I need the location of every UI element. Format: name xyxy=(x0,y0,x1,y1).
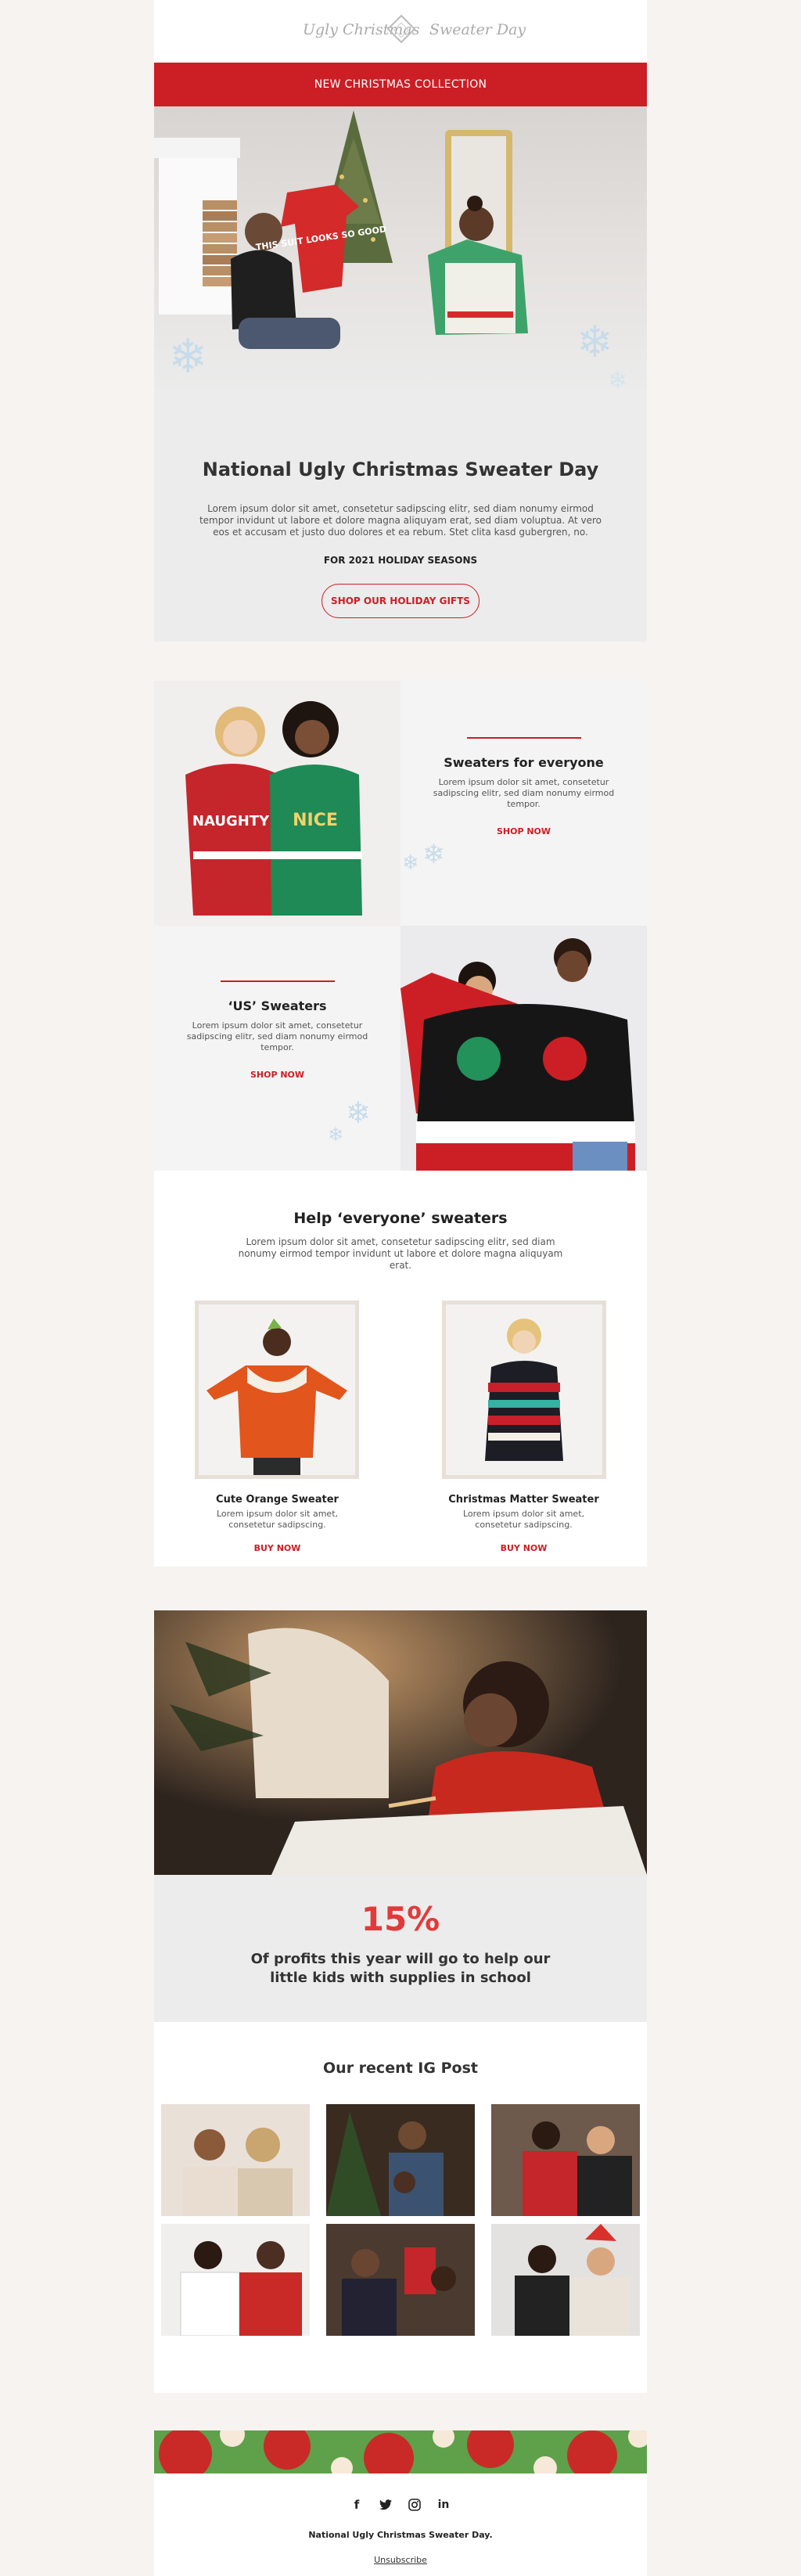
orange-sweater-photo xyxy=(207,1319,347,1475)
product-name: Christmas Matter Sweater xyxy=(448,1494,599,1506)
christmas-sweater-photo xyxy=(485,1319,563,1461)
help-title: Help ‘everyone’ sweaters xyxy=(293,1210,508,1227)
buy-now-link[interactable]: BUY NOW xyxy=(154,1543,400,1553)
snowflake-icon: ❄ xyxy=(422,839,445,870)
help-text: Lorem ipsum dolor sit amet, consetetur s… xyxy=(238,1236,563,1271)
linkedin-icon[interactable]: in xyxy=(436,2497,451,2513)
help-section: Help ‘everyone’ sweaters Lorem ipsum dol… xyxy=(154,1171,647,1567)
svg-text:❄: ❄ xyxy=(168,329,207,384)
section-title: Sweaters for everyone xyxy=(444,755,604,770)
section-text: Lorem ipsum dolor sit amet, consetetur s… xyxy=(186,1020,368,1052)
email-header: Ugly Christmas Sweater Day xyxy=(154,0,647,63)
product-image-orange[interactable] xyxy=(195,1301,359,1479)
svg-text:❄: ❄ xyxy=(608,367,627,394)
section-title: ‘US’ Sweaters xyxy=(228,998,327,1013)
couple-photo xyxy=(400,926,647,1171)
kids-drawing-photo xyxy=(154,1610,647,1875)
product-image-christmas[interactable] xyxy=(442,1301,606,1479)
buy-now-link[interactable]: BUY NOW xyxy=(400,1543,647,1553)
email-footer: f in National Ugly Christmas Sweater Day… xyxy=(154,2473,647,2576)
kids-image xyxy=(154,1610,647,1875)
naughty-print: NAUGHTY xyxy=(192,813,270,829)
section-text: Lorem ipsum dolor sit amet, consetetur s… xyxy=(433,777,615,809)
instagram-icon[interactable] xyxy=(407,2497,422,2513)
product-desc: Lorem ipsum dolor sit amet, consetetur s… xyxy=(216,1509,339,1530)
feature-split: NAUGHTY NICE Sweaters for everyone Lorem… xyxy=(154,681,647,1171)
holiday-pattern-banner xyxy=(154,2430,647,2473)
instagram-section: Our recent IG Post xyxy=(154,2022,647,2393)
facebook-icon[interactable]: f xyxy=(349,2497,365,2513)
twitter-icon[interactable] xyxy=(378,2497,393,2513)
sweaters-for-everyone-panel: Sweaters for everyone Lorem ipsum dolor … xyxy=(400,681,647,926)
snowflake-icon: ❄ xyxy=(402,851,419,875)
ig-post[interactable] xyxy=(491,2224,640,2336)
donation-text: Of profits this year will go to help our… xyxy=(250,1951,551,1986)
ig-photo xyxy=(515,2224,630,2336)
hero-text: Lorem ipsum dolor sit amet, consetetur s… xyxy=(199,503,602,538)
percent-value: 15% xyxy=(361,1900,440,1938)
red-divider xyxy=(221,980,335,982)
ig-photo xyxy=(326,2112,444,2216)
ig-title: Our recent IG Post xyxy=(323,2060,478,2077)
product-name: Cute Orange Sweater xyxy=(216,1494,339,1506)
hero-content: National Ugly Christmas Sweater Day Lore… xyxy=(154,396,647,642)
friends-photo: NAUGHTY NICE xyxy=(154,681,400,926)
logo-diamond-icon xyxy=(386,14,416,44)
hero-title: National Ugly Christmas Sweater Day xyxy=(202,459,599,480)
shop-now-link[interactable]: SHOP NOW xyxy=(400,826,647,836)
ig-photo xyxy=(183,2128,293,2216)
product-desc: Lorem ipsum dolor sit amet, consetetur s… xyxy=(462,1509,585,1530)
us-sweaters-panel: ‘US’ Sweaters Lorem ipsum dolor sit amet… xyxy=(154,926,400,1171)
nice-print: NICE xyxy=(293,811,338,830)
us-sweaters-image[interactable] xyxy=(400,926,647,1171)
hero-subtitle: FOR 2021 HOLIDAY SEASONS xyxy=(323,555,478,566)
ig-post[interactable] xyxy=(161,2104,310,2216)
ig-post[interactable] xyxy=(161,2224,310,2336)
shop-holiday-gifts-button[interactable]: SHOP OUR HOLIDAY GIFTS xyxy=(321,584,480,618)
sweaters-for-everyone-image[interactable]: NAUGHTY NICE xyxy=(154,681,400,926)
snowflake-icon: ❄ xyxy=(346,1096,371,1130)
svg-text:❄: ❄ xyxy=(577,317,613,368)
footer-brand: National Ugly Christmas Sweater Day. xyxy=(308,2530,493,2540)
shop-now-link[interactable]: SHOP NOW xyxy=(154,1070,400,1080)
hero-image[interactable]: THIS SUIT LOOKS SO GOOD ❄ ❄ ❄ xyxy=(154,106,647,396)
collection-banner[interactable]: NEW CHRISTMAS COLLECTION xyxy=(154,63,647,106)
pattern-art xyxy=(154,2430,647,2473)
hero-illustration: THIS SUIT LOOKS SO GOOD ❄ ❄ ❄ xyxy=(154,110,627,394)
ig-photo xyxy=(180,2241,302,2336)
unsubscribe-link[interactable]: Unsubscribe xyxy=(154,2555,647,2565)
ig-post[interactable] xyxy=(326,2224,475,2336)
ig-photo xyxy=(523,2121,632,2216)
ig-post[interactable] xyxy=(326,2104,475,2216)
ig-post[interactable] xyxy=(491,2104,640,2216)
brand-text-right: Sweater Day xyxy=(429,21,526,38)
donation-panel: 15% Of profits this year will go to help… xyxy=(154,1875,647,2022)
red-divider xyxy=(467,737,581,739)
snowflake-icon: ❄ xyxy=(328,1124,344,1146)
ig-photo xyxy=(342,2247,456,2336)
